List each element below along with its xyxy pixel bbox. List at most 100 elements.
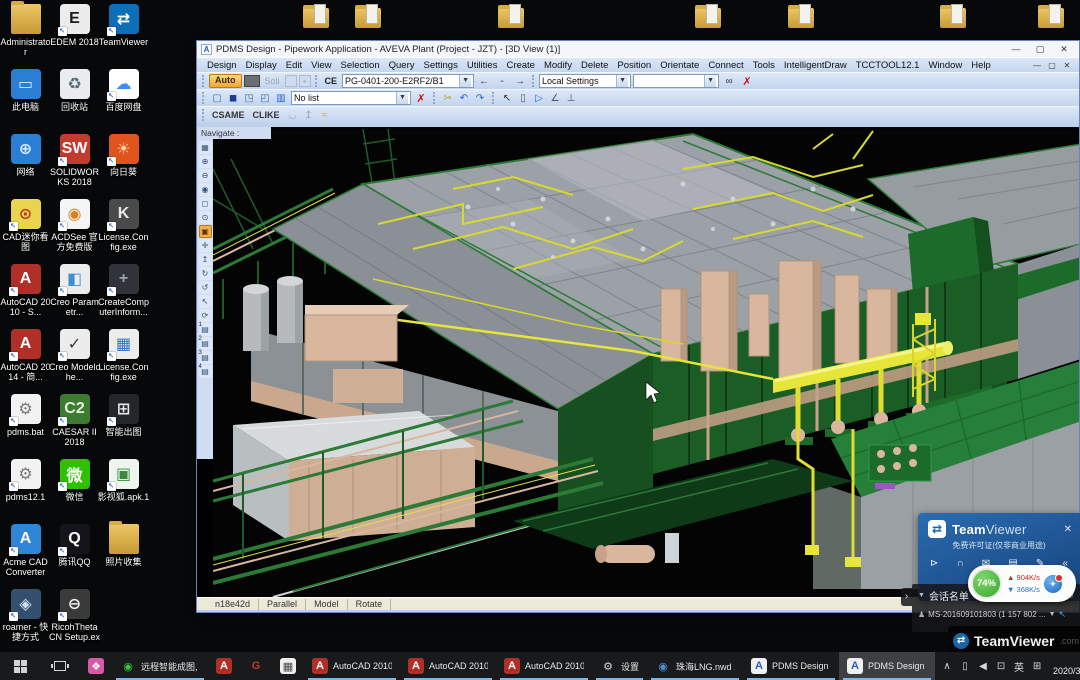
tray-icon[interactable]: ∧ bbox=[939, 661, 955, 672]
desktop-icon[interactable]: ⊕ 网络 bbox=[1, 134, 50, 196]
clike-button[interactable]: CLIKE bbox=[250, 108, 283, 122]
menu-item[interactable]: Tools bbox=[749, 60, 779, 71]
desktop-icon[interactable]: 微 微信 bbox=[50, 459, 99, 521]
menu-item[interactable]: Delete bbox=[577, 60, 612, 71]
desktop-icon[interactable]: ▦ License.Config.exe bbox=[99, 329, 148, 391]
session-item[interactable]: ♟ MS-201609101803 (1 157 802 ... ▼ ↖ bbox=[918, 609, 1074, 620]
hold-button[interactable] bbox=[285, 75, 297, 87]
goggles-icon[interactable]: ∞ bbox=[721, 74, 737, 88]
menu-item[interactable]: Orientate bbox=[656, 60, 703, 71]
search-combobox[interactable]: ▼ bbox=[633, 74, 719, 88]
delete-list-icon[interactable]: ✗ bbox=[413, 91, 429, 105]
menu-item[interactable]: Modify bbox=[540, 60, 576, 71]
taskbar-button[interactable]: ❖ bbox=[80, 652, 112, 680]
toolbar-grip[interactable] bbox=[532, 75, 535, 87]
tray-icon[interactable]: ⊞ bbox=[1029, 661, 1045, 672]
toolbar-icon[interactable]: ◰ bbox=[257, 91, 273, 105]
top-folder-icon[interactable] bbox=[355, 8, 381, 28]
task-view-button[interactable] bbox=[40, 652, 80, 680]
menu-item[interactable]: Display bbox=[242, 60, 281, 71]
desktop-icon[interactable]: ⚙ pdms12.1 bbox=[1, 459, 50, 521]
minimize-button[interactable]: — bbox=[1005, 43, 1027, 56]
menu-item[interactable]: Query bbox=[385, 60, 419, 71]
toolbar-icon[interactable]: ∠ bbox=[547, 91, 563, 105]
toolbar-icon[interactable]: ↷ bbox=[472, 91, 488, 105]
toolbar-icon[interactable]: ≈ bbox=[317, 108, 333, 122]
close-button[interactable]: ✕ bbox=[1053, 43, 1075, 56]
view-tool-button[interactable]: ↥ bbox=[199, 253, 212, 266]
teamviewer-tool-icon[interactable]: ∩ bbox=[957, 558, 964, 569]
desktop-icon[interactable]: C2 CAESAR II 2018 bbox=[50, 394, 99, 456]
view-tool-button[interactable]: ▦ bbox=[199, 141, 212, 154]
toolbar-grip[interactable] bbox=[492, 92, 495, 104]
taskbar-button[interactable]: ◉ 珠海LNG.nwd ... bbox=[647, 652, 743, 680]
menu-item[interactable]: Settings bbox=[420, 60, 462, 71]
desktop-icon[interactable]: Administrator bbox=[1, 4, 50, 66]
chevron-down-icon[interactable]: ▼ bbox=[396, 92, 408, 104]
desktop-icon[interactable]: ♻ 回收站 bbox=[50, 69, 99, 131]
desktop-icon[interactable]: ◉ ACDSee 官方免费版 bbox=[50, 199, 99, 261]
view-tool-button[interactable]: 4 ▤ bbox=[199, 365, 212, 378]
menu-item[interactable]: TCCTOOL12.1 bbox=[852, 60, 924, 71]
maximize-button[interactable]: ▢ bbox=[1029, 43, 1051, 56]
view-tool-button[interactable]: 2 ▤ bbox=[199, 337, 212, 350]
start-button[interactable] bbox=[0, 652, 40, 680]
toolbar-icon[interactable]: ▥ bbox=[273, 91, 289, 105]
tray-icon[interactable]: ▯ bbox=[957, 661, 973, 672]
desktop-icon[interactable]: 照片收集 bbox=[99, 524, 148, 586]
color-swatch-button[interactable] bbox=[244, 75, 260, 87]
taskbar-button[interactable]: A AutoCAD 2010... bbox=[304, 652, 400, 680]
list-combobox[interactable]: No list ▼ bbox=[291, 91, 411, 105]
teamviewer-close-icon[interactable]: ✕ bbox=[1064, 524, 1072, 535]
taskbar-button[interactable]: ◉ 远程智能成图, ... bbox=[112, 652, 208, 680]
toolbar-grip[interactable] bbox=[315, 75, 318, 87]
toolbar-icon[interactable]: ↥ bbox=[301, 108, 317, 122]
session-collapse-tab[interactable]: › bbox=[901, 588, 912, 606]
taskbar-button[interactable]: ▦ bbox=[272, 652, 304, 680]
desktop-icon[interactable]: ☀ 向日葵 bbox=[99, 134, 148, 196]
taskbar-button[interactable]: A AutoCAD 2010... bbox=[496, 652, 592, 680]
menu-item[interactable]: Help bbox=[967, 60, 995, 71]
desktop-icon[interactable]: ⊞ 智能出图 bbox=[99, 394, 148, 456]
view-tool-button[interactable]: ↖ bbox=[199, 295, 212, 308]
taskbar-clock[interactable]: 上午 1:55 2020/3/17 星期二 bbox=[1049, 652, 1080, 680]
menu-item[interactable]: Edit bbox=[282, 60, 306, 71]
sunflower-ball-icon[interactable]: ✦ bbox=[1044, 575, 1062, 593]
mdi-restore-button[interactable]: ▢ bbox=[1046, 61, 1058, 70]
menu-item[interactable]: Connect bbox=[704, 60, 747, 71]
close-toolbar-icon[interactable]: ✗ bbox=[739, 74, 755, 88]
auto-button[interactable]: Auto bbox=[209, 74, 242, 88]
toolbar-icon[interactable]: ↖ bbox=[499, 91, 515, 105]
desktop-icon[interactable]: + CreateComputerInform... bbox=[99, 264, 148, 326]
menu-item[interactable]: Selection bbox=[337, 60, 384, 71]
toolbar-icon[interactable]: ◳ bbox=[241, 91, 257, 105]
mdi-close-button[interactable]: ✕ bbox=[1061, 61, 1073, 70]
view-tool-button[interactable]: ◉ bbox=[199, 183, 212, 196]
taskbar-button[interactable]: A PDMS Design ... bbox=[743, 652, 839, 680]
tray-icon[interactable]: ⊡ bbox=[993, 661, 1009, 672]
view-tool-button[interactable]: ⊙ bbox=[199, 211, 212, 224]
view-tool-button[interactable]: ↻ bbox=[199, 267, 212, 280]
chevron-down-icon[interactable]: ▼ bbox=[616, 75, 628, 87]
toolbar-icon[interactable]: ◡ bbox=[285, 108, 301, 122]
taskbar-button[interactable]: A bbox=[208, 652, 240, 680]
desktop-icon[interactable]: ☁ 百度网盘 bbox=[99, 69, 148, 131]
menu-item[interactable]: View bbox=[307, 60, 335, 71]
nav-dash-button[interactable]: - bbox=[494, 74, 510, 88]
desktop-icon[interactable]: ◈ roamer - 快捷方式 bbox=[1, 589, 50, 651]
desktop-icon[interactable]: ⇄ TeamViewer bbox=[99, 4, 148, 66]
taskbar-button[interactable]: ⚙ 设置 bbox=[592, 652, 647, 680]
triangle-down-icon[interactable]: ▼ bbox=[1049, 611, 1056, 618]
desktop-icon[interactable]: A AutoCAD 2010 - S... bbox=[1, 264, 50, 326]
chevron-down-icon[interactable]: ▼ bbox=[704, 75, 716, 87]
csame-button[interactable]: CSAME bbox=[209, 108, 248, 122]
toolbar-grip[interactable] bbox=[433, 92, 436, 104]
menu-item[interactable]: Window bbox=[924, 60, 966, 71]
desktop-icon[interactable]: ✓ Creo Modelche... bbox=[50, 329, 99, 391]
view-tool-button[interactable]: ◻ bbox=[199, 197, 212, 210]
desktop-icon[interactable]: E EDEM 2018 bbox=[50, 4, 99, 66]
lock-button[interactable]: ▪ bbox=[299, 75, 311, 87]
desktop-icon[interactable]: A Acme CAD Converter bbox=[1, 524, 50, 586]
view-tool-button[interactable]: ⊖ bbox=[199, 169, 212, 182]
menu-item[interactable]: IntelligentDraw bbox=[780, 60, 851, 71]
